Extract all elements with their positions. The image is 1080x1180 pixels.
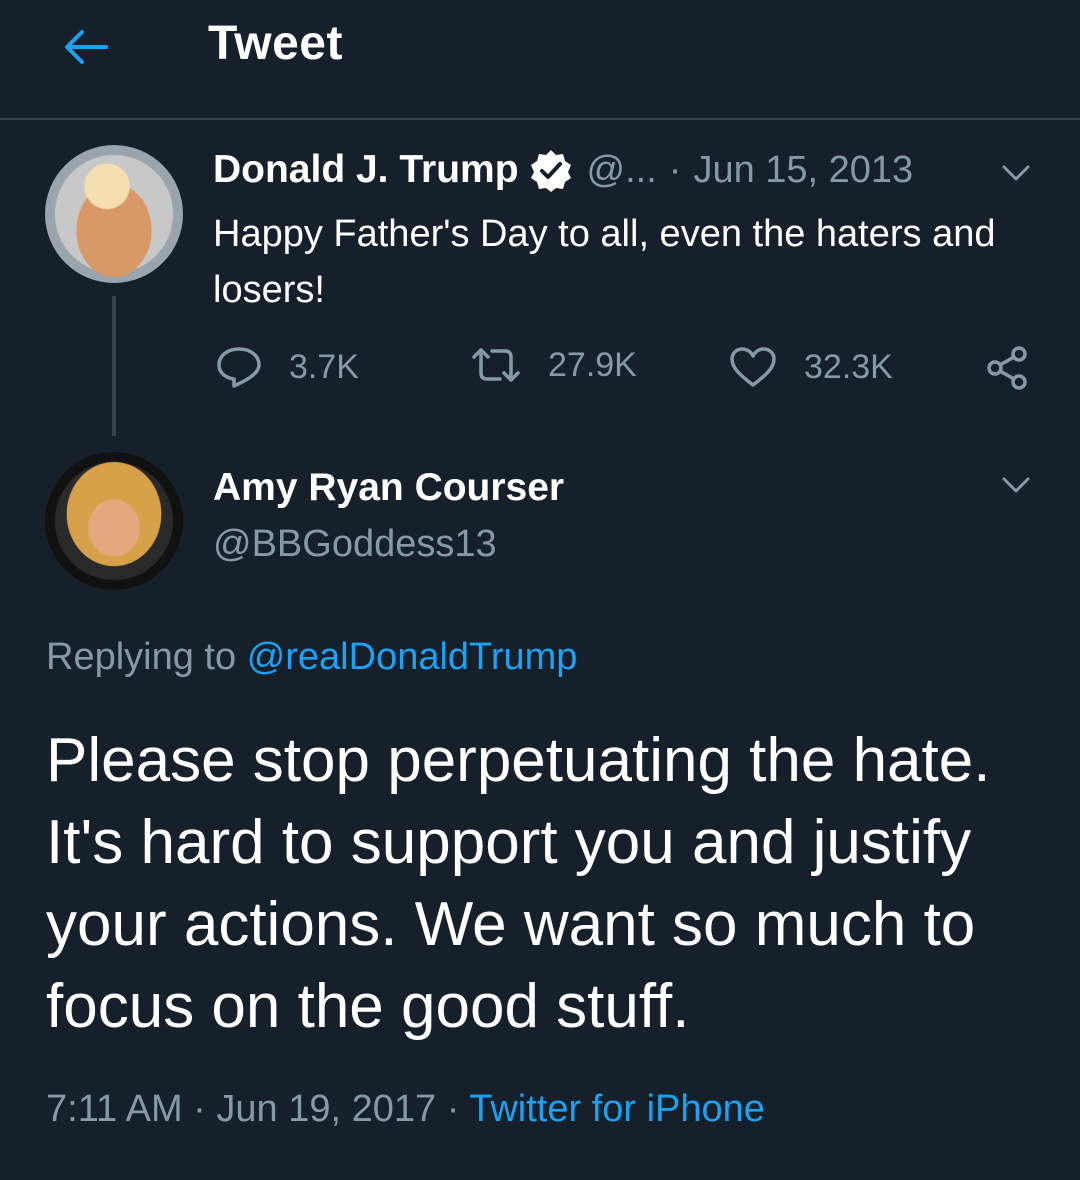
reply-button[interactable]: 3.7K <box>215 345 359 389</box>
author-handle[interactable]: @... <box>587 149 657 192</box>
tweet-metadata: 7:11 AM · Jun 19, 2017 · Twitter for iPh… <box>46 1088 765 1131</box>
like-button[interactable]: 32.3K <box>728 345 893 389</box>
arrow-left-icon <box>65 30 108 64</box>
author-handle[interactable]: @BBGoddess13 <box>213 523 497 566</box>
top-bar: Tweet <box>0 0 1080 120</box>
tweet-time: 7:11 AM <box>46 1088 183 1130</box>
tweet-date[interactable]: Jun 15, 2013 <box>693 149 913 192</box>
chevron-down-icon <box>1002 165 1030 181</box>
tweet-author-row: Donald J. Trump @... · Jun 15, 2013 <box>213 148 913 192</box>
chevron-down-icon <box>1002 477 1030 493</box>
reply-count: 3.7K <box>289 347 359 386</box>
reply-icon <box>217 347 261 388</box>
avatar[interactable] <box>45 145 183 283</box>
heart-icon <box>730 347 776 387</box>
thread-connector-line <box>112 296 116 436</box>
verified-badge-icon <box>529 148 573 192</box>
share-button[interactable] <box>985 345 1057 391</box>
tweet-text: Happy Father's Day to all, even the hate… <box>213 213 996 311</box>
replying-to-line: Replying to @realDonaldTrump <box>46 636 577 679</box>
source-link[interactable]: Twitter for iPhone <box>469 1088 765 1130</box>
mention-link[interactable]: @realDonaldTrump <box>247 636 578 678</box>
back-button[interactable] <box>58 22 114 72</box>
page-title: Tweet <box>208 17 343 70</box>
author-display-name[interactable]: Amy Ryan Courser <box>213 466 564 510</box>
separator-dot: · <box>668 148 682 191</box>
retweet-count: 27.9K <box>548 345 637 384</box>
more-options-button[interactable] <box>996 470 1036 500</box>
author-display-name[interactable]: Donald J. Trump <box>213 148 519 192</box>
retweet-icon <box>472 348 520 382</box>
avatar[interactable] <box>45 452 183 590</box>
share-icon <box>987 346 1027 390</box>
replying-to-label: Replying to <box>46 636 237 678</box>
tweet-date: Jun 19, 2017 <box>216 1088 437 1130</box>
separator-dot: · <box>193 1088 206 1130</box>
retweet-button[interactable]: 27.9K <box>470 345 637 385</box>
more-options-button[interactable] <box>996 158 1036 188</box>
separator-dot: · <box>446 1088 460 1130</box>
tweet-text: Please stop perpetuating the hate. It's … <box>46 726 991 1041</box>
like-count: 32.3K <box>804 347 893 386</box>
